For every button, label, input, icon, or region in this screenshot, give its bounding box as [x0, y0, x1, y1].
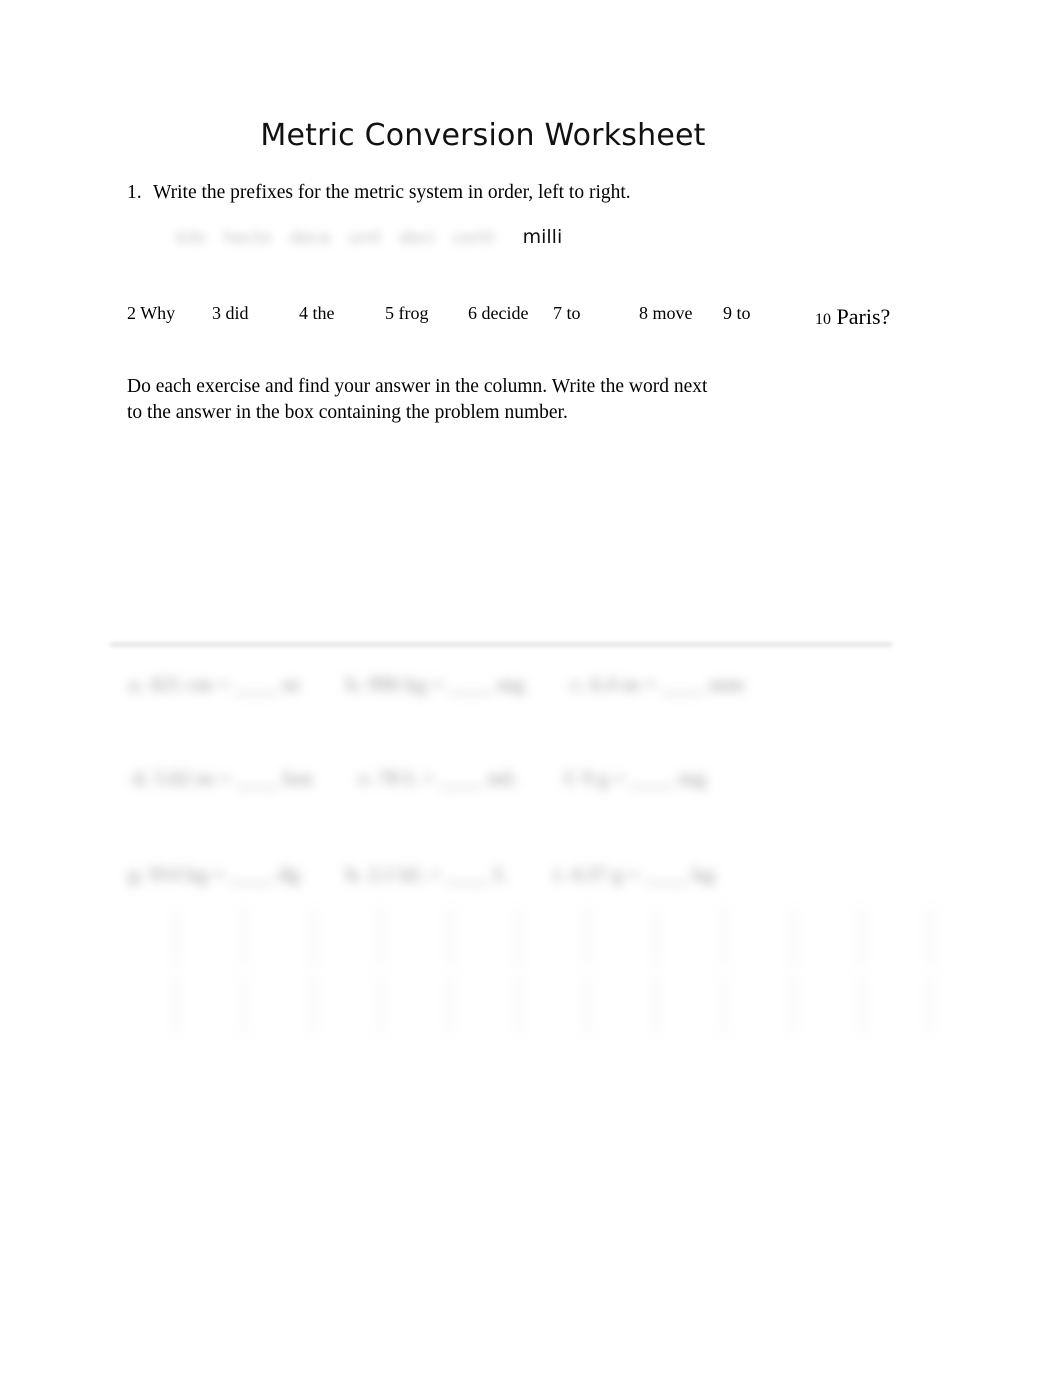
- word-bank-item-2: 2 Why: [127, 304, 175, 322]
- word-bank-number-4: 4: [299, 303, 308, 323]
- redacted-prefix-5: deci: [399, 228, 435, 248]
- answer-grid-cell[interactable]: [863, 974, 932, 1036]
- word-bank-item-4: 4 the: [299, 304, 335, 322]
- answer-grid-cell[interactable]: [245, 906, 314, 968]
- word-bank-word-9: to: [736, 303, 751, 323]
- exercise-row-3: g. 914 kg = ____ dg h. 2.1 kL = ____ L i…: [128, 862, 761, 887]
- word-bank-word-4: the: [312, 303, 335, 323]
- exercise-2e: e. 78 L = ____ mL: [358, 766, 519, 790]
- word-bank-word-6: decide: [481, 303, 529, 323]
- word-bank-word-8: move: [652, 303, 693, 323]
- exercise-1a: a. 421 cm = ____ m: [128, 672, 300, 696]
- word-bank-item-8: 8 move: [639, 304, 693, 322]
- word-bank: 2 Why 3 did 4 the 5 frog 6 decide 7 to 8…: [127, 300, 927, 334]
- answer-grid-row: [108, 906, 998, 968]
- answer-grid-cell[interactable]: [382, 906, 452, 968]
- answer-grid-cell[interactable]: [314, 906, 383, 968]
- answer-grid-cell[interactable]: [725, 974, 795, 1036]
- answer-grid-cell[interactable]: [520, 974, 589, 1036]
- exercise-row-2: d. 5.62 m = ____ km e. 78 L = ____ mL f.…: [132, 766, 752, 791]
- word-bank-word-3: did: [225, 303, 249, 323]
- redacted-prefix-3: deca: [289, 228, 331, 248]
- question-1-number: 1.: [127, 182, 142, 203]
- word-bank-number-10: 10: [815, 311, 831, 328]
- instructions-line-1: Do each exercise and find your answer in…: [127, 376, 708, 397]
- worksheet-page: Metric Conversion Worksheet 1. Write the …: [0, 0, 1062, 1377]
- answer-grid-cell[interactable]: [863, 906, 932, 968]
- exercise-2d: d. 5.62 m = ____ km: [132, 766, 313, 790]
- answer-grid-cell[interactable]: [657, 974, 726, 1036]
- redacted-prefix-6: centi: [452, 228, 495, 248]
- word-bank-number-8: 8: [639, 303, 648, 323]
- word-bank-item-9: 9 to: [723, 304, 751, 322]
- exercise-3i: i. 4.37 g = ____ kg: [553, 862, 715, 886]
- answer-grid-cell[interactable]: [931, 974, 998, 1036]
- answer-grid-cell[interactable]: [588, 906, 657, 968]
- word-bank-number-6: 6: [468, 303, 477, 323]
- exercise-3h: h. 2.1 kL = ____ L: [345, 862, 508, 886]
- answer-grid-cell[interactable]: [108, 906, 177, 968]
- instructions-line-2: to the answer in the box containing the …: [127, 401, 568, 423]
- answer-grid-cell[interactable]: [657, 906, 726, 968]
- answer-grid-cell[interactable]: [382, 974, 452, 1036]
- redacted-prefix-4: unit: [348, 228, 382, 248]
- word-bank-word-5: frog: [398, 303, 429, 323]
- redacted-prefix-1: kilo: [176, 228, 206, 248]
- question-1: 1. Write the prefixes for the metric syst…: [127, 181, 631, 206]
- answer-grid-row: [108, 974, 998, 1036]
- word-bank-word-7: to: [566, 303, 581, 323]
- answer-grid-cell[interactable]: [245, 974, 314, 1036]
- word-bank-item-3: 3 did: [212, 304, 249, 322]
- word-bank-item-7: 7 to: [553, 304, 581, 322]
- prefix-answer-row: kilo hecto deca unit deci centi milli: [176, 226, 562, 254]
- answer-grid-cell[interactable]: [520, 906, 589, 968]
- question-1-text: Write the prefixes for the metric system…: [153, 182, 631, 203]
- prefix-milli: milli: [522, 226, 563, 248]
- answer-grid-cell[interactable]: [314, 974, 383, 1036]
- word-bank-word-2: Why: [140, 303, 176, 323]
- page-title: Metric Conversion Worksheet: [260, 118, 706, 153]
- exercise-row-1: a. 421 cm = ____ m b. 996 kg = ____ mg c…: [128, 672, 790, 697]
- exercise-3g: g. 914 kg = ____ dg: [128, 862, 300, 886]
- redacted-prefix-2: hecto: [223, 228, 272, 248]
- word-bank-item-10: 10 Paris?: [815, 306, 890, 328]
- answer-grid: [108, 906, 998, 1036]
- answer-grid-cell[interactable]: [177, 906, 246, 968]
- exercise-1c: c. 6.4 m = ____ mm: [570, 672, 745, 696]
- answer-grid-cell[interactable]: [108, 974, 177, 1036]
- instructions-paragraph: Do each exercise and find your answer in…: [127, 374, 767, 426]
- answer-grid-cell[interactable]: [451, 906, 520, 968]
- answer-grid-cell[interactable]: [725, 906, 795, 968]
- word-bank-number-2: 2: [127, 303, 136, 323]
- word-bank-item-5: 5 frog: [385, 304, 429, 322]
- word-bank-number-7: 7: [553, 303, 562, 323]
- answer-grid-cell[interactable]: [794, 906, 863, 968]
- redacted-divider: [110, 643, 892, 646]
- word-bank-number-3: 3: [212, 303, 221, 323]
- answer-grid-cell[interactable]: [794, 974, 863, 1036]
- exercise-1b: b. 996 kg = ____ mg: [345, 672, 525, 696]
- word-bank-item-6: 6 decide: [468, 304, 528, 322]
- word-bank-word-10: Paris?: [836, 304, 891, 329]
- word-bank-number-9: 9: [723, 303, 732, 323]
- word-bank-number-5: 5: [385, 303, 394, 323]
- answer-grid-cell[interactable]: [177, 974, 246, 1036]
- answer-grid-cell[interactable]: [931, 906, 998, 968]
- answer-grid-cell[interactable]: [451, 974, 520, 1036]
- exercise-2f: f. 9 g = ____ mg: [564, 766, 707, 790]
- answer-grid-cell[interactable]: [588, 974, 657, 1036]
